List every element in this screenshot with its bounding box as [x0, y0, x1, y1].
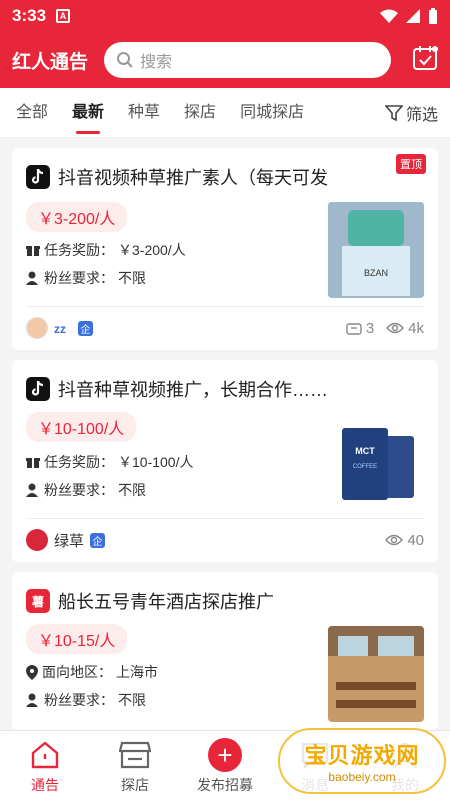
search-placeholder: 搜索: [140, 54, 173, 71]
product-thumbnail: MCT COFFEE: [328, 414, 424, 510]
tab-local-store-visit[interactable]: 同城探店: [240, 88, 304, 138]
avatar[interactable]: [26, 317, 48, 339]
views-count: 40: [407, 531, 424, 549]
filter-icon: [384, 105, 403, 122]
reward-value: ￥3-200/人: [118, 242, 186, 258]
task-card[interactable]: 抖音种草视频推广，长期合作…… ￥10-100/人 任务奖励： ￥10-100/…: [12, 360, 438, 562]
reward-row: 任务奖励： ￥3-200/人: [26, 240, 186, 260]
fans-value: 不限: [118, 692, 146, 708]
notification-indicator: A: [56, 9, 71, 23]
status-time: 3:33: [12, 6, 47, 25]
store-icon: [119, 741, 151, 769]
thumbnail-brand: BZAN: [364, 268, 388, 278]
app-header: 红人通告 搜索: [0, 32, 450, 88]
avatar[interactable]: [26, 529, 48, 551]
fans-label: 粉丝要求：: [44, 270, 114, 286]
xiaohongshu-logo-icon: 薯: [26, 589, 50, 613]
fans-label: 粉丝要求：: [44, 482, 114, 498]
nav-label: 通告: [31, 777, 59, 793]
signal-icon: [406, 9, 420, 23]
tab-latest[interactable]: 最新: [72, 88, 104, 138]
location-pin-icon: [26, 664, 38, 680]
price-tag: ￥3-200/人: [26, 202, 128, 232]
search-icon: [117, 52, 133, 68]
product-thumbnail: [328, 626, 424, 722]
gift-icon: [26, 246, 40, 256]
fans-row: 粉丝要求： 不限: [26, 268, 146, 288]
search-input[interactable]: 搜索: [104, 42, 391, 78]
region-value: 上海市: [116, 664, 158, 680]
region-row: 面向地区： 上海市: [26, 662, 158, 682]
task-card[interactable]: 置顶 抖音视频种草推广素人（每天可发 ￥3-200/人 任务奖励： ￥3-200…: [12, 148, 438, 350]
user-icon: [26, 483, 38, 497]
nav-label: 探店: [121, 777, 149, 793]
watermark-title: 宝贝游戏网: [304, 743, 420, 768]
watermark-url: baobeiy.com: [328, 770, 396, 784]
fans-value: 不限: [118, 270, 146, 286]
price-tag: ￥10-100/人: [26, 412, 137, 442]
nav-publish-recruit[interactable]: + 发布招募: [180, 731, 270, 800]
app-title: 红人通告: [12, 51, 89, 73]
home-icon: [31, 741, 59, 769]
sleep-icon: zz: [54, 322, 66, 335]
eye-icon: [386, 322, 405, 334]
calendar-checkin-button[interactable]: [412, 45, 438, 76]
thumbnail-brand: MCT: [355, 446, 375, 456]
user-icon: [26, 693, 38, 707]
pinned-badge: 置顶: [396, 154, 426, 174]
plus-icon: +: [208, 738, 242, 772]
fans-value: 不限: [118, 482, 146, 498]
eye-icon: [385, 534, 404, 546]
product-thumbnail: BZAN: [328, 202, 424, 298]
wifi-icon: [380, 9, 398, 23]
nav-store-visit[interactable]: 探店: [90, 731, 180, 800]
user-icon: [26, 271, 38, 285]
applicants-count: 3: [365, 319, 375, 337]
task-title: 船长五号青年酒店探店推广: [58, 592, 274, 612]
task-card[interactable]: 薯 船长五号青年酒店探店推广 ￥10-15/人 面向地区： 上海市 粉丝要求： …: [12, 572, 438, 730]
author-name[interactable]: 绿草: [54, 530, 84, 551]
reward-label: 任务奖励：: [44, 454, 114, 470]
price-tag: ￥10-15/人: [26, 624, 128, 654]
filter-label: 筛选: [405, 107, 438, 124]
fans-row: 粉丝要求： 不限: [26, 690, 146, 710]
douyin-logo-icon: [26, 377, 50, 401]
reward-row: 任务奖励： ￥10-100/人: [26, 452, 193, 472]
region-label: 面向地区：: [42, 664, 112, 680]
tab-grass[interactable]: 种草: [128, 88, 160, 138]
fans-label: 粉丝要求：: [44, 692, 114, 708]
nav-label: 发布招募: [197, 777, 253, 793]
battery-icon: [429, 8, 437, 24]
gift-icon: [26, 458, 40, 468]
fans-row: 粉丝要求： 不限: [26, 480, 146, 500]
task-title: 抖音视频种草推广素人（每天可发: [58, 168, 328, 188]
douyin-logo-icon: [26, 165, 50, 189]
task-title: 抖音种草视频推广，长期合作……: [58, 380, 328, 400]
calendar-check-icon: [413, 45, 438, 70]
watermark-logo: 宝贝游戏网 baobeiy.com: [278, 728, 446, 794]
tab-store-visit[interactable]: 探店: [184, 88, 216, 138]
status-bar: 3:33 A: [0, 0, 450, 32]
reward-label: 任务奖励：: [44, 242, 114, 258]
enterprise-badge: 企: [78, 320, 93, 336]
nav-notices[interactable]: 通告: [0, 731, 90, 800]
svg-text:zz: zz: [54, 322, 66, 335]
tab-all[interactable]: 全部: [16, 88, 48, 138]
views-count: 4k: [408, 319, 424, 337]
category-tabs: 全部 最新 种草 探店 同城探店 筛选: [0, 88, 450, 138]
reward-value: ￥10-100/人: [118, 454, 194, 470]
applicants-icon: [346, 323, 362, 335]
filter-button[interactable]: 筛选: [384, 88, 438, 138]
enterprise-badge: 企: [90, 532, 106, 548]
thumbnail-subtitle: COFFEE: [353, 464, 377, 470]
